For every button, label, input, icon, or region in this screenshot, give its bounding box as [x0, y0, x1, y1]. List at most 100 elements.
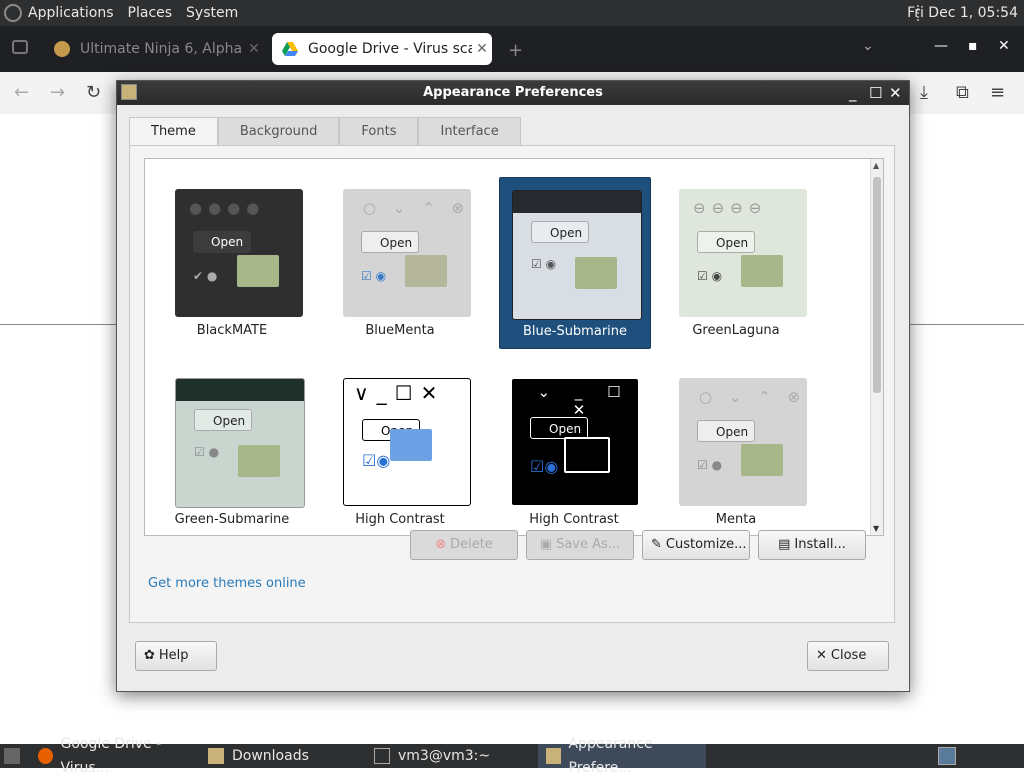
scrollbar-thumb[interactable] [873, 177, 881, 393]
theme-item-blue-submarine[interactable]: Open ☑ ◉ Blue-Submarine [499, 177, 651, 349]
customize-icon: ✎ [651, 537, 662, 552]
preview-open-label: Open [361, 231, 419, 253]
theme-thumbnail: ⊖⊖⊖⊖ Open ☑ ◉ [679, 189, 807, 317]
tab-strip: Theme Background Fonts Interface [129, 117, 895, 145]
close-tab-icon[interactable]: ✕ [244, 41, 264, 57]
help-label: Help [158, 648, 189, 663]
workspace-switcher[interactable] [938, 747, 956, 765]
browser-minimize-icon[interactable]: — [934, 38, 948, 54]
save-as-button[interactable]: ▣ Save As... [526, 530, 634, 560]
theme-name: Blue-Submarine [522, 324, 628, 339]
theme-item-high-contrast[interactable]: ∨_☐✕ Open ☑◉ High Contrast [325, 366, 475, 535]
theme-item-high-contrast-inverse[interactable]: ⌄ _ ☐ ✕ Open ☑◉ High Contrast [499, 366, 649, 535]
close-window-icon[interactable]: ✕ [889, 81, 902, 105]
preview-open-label: Open [531, 221, 589, 243]
close-icon: ✕ [816, 648, 827, 663]
mate-logo-icon[interactable] [4, 4, 22, 22]
delete-label: Delete [450, 537, 493, 552]
install-button[interactable]: ▤ Install... [758, 530, 866, 560]
get-more-themes-link[interactable]: Get more themes online [148, 576, 306, 591]
scroll-down-icon[interactable]: ▼ [873, 524, 879, 533]
dialog-titlebar[interactable]: Appearance Preferences _ ☐ ✕ [117, 81, 909, 105]
extensions-icon[interactable]: ⧉ [956, 82, 969, 103]
maximize-icon[interactable]: ☐ [869, 81, 882, 105]
delete-button[interactable]: ⊗ Delete [410, 530, 518, 560]
preview-open-label: Open [530, 417, 588, 439]
taskbar-label: Appearance Prefere... [568, 736, 653, 776]
theme-name: High Contrast [355, 512, 445, 527]
taskbar-item-firefox[interactable]: Google Drive - Virus... [30, 736, 200, 776]
browser-tab-label: Google Drive - Virus scan w [308, 41, 472, 57]
theme-buttons: ⊗ Delete ▣ Save As... ✎ Customize... ▤ Insta… [410, 530, 866, 560]
folder-icon [208, 748, 224, 764]
theme-thumbnail: ○ ⌄ ⌃ ⊗ Open ☑ ◉ [343, 189, 471, 317]
browser-close-icon[interactable]: ✕ [998, 38, 1010, 54]
appearance-preferences-dialog: Appearance Preferences _ ☐ ✕ Theme Backg… [116, 80, 910, 692]
top-panel: Applications Places System Fri Dec 1, 05… [0, 0, 1024, 26]
taskbar-item-appearance[interactable]: Appearance Prefere... [538, 736, 706, 776]
theme-thumbnail: ●●●● Open ✔ ● [175, 189, 303, 317]
taskbar-label: Google Drive - Virus... [60, 736, 162, 776]
customize-label: Customize... [665, 537, 747, 552]
terminal-icon [374, 748, 390, 764]
theme-item-greenlaguna[interactable]: ⊖⊖⊖⊖ Open ☑ ◉ GreenLaguna [661, 177, 811, 347]
theme-item-bluementa[interactable]: ○ ⌄ ⌃ ⊗ Open ☑ ◉ BlueMenta [325, 177, 475, 347]
appearance-app-icon [121, 84, 137, 100]
minimize-icon[interactable]: _ [849, 81, 857, 105]
tab-interface[interactable]: Interface [418, 117, 521, 145]
theme-item-green-submarine[interactable]: Open ☑ ● Green-Submarine [157, 366, 307, 535]
install-icon: ▤ [778, 537, 791, 552]
taskbar-label: vm3@vm3:~ [398, 748, 491, 764]
tab-overview-icon[interactable] [12, 40, 28, 54]
browser-tab-inactive[interactable]: Ultimate Ninja 6, Alpha 1... ✕ [44, 33, 264, 65]
tab-theme[interactable]: Theme [129, 117, 218, 145]
preferences-notebook: Theme Background Fonts Interface ●●●● Op… [129, 117, 895, 623]
theme-name: BlueMenta [365, 323, 435, 338]
theme-item-menta[interactable]: ○ ⌄ ⌃ ⊗ Open ☑ ● Menta [661, 366, 811, 535]
theme-name: High Contrast [529, 512, 619, 527]
browser-tab-label: Ultimate Ninja 6, Alpha 1... [80, 41, 244, 57]
taskbar-item-downloads[interactable]: Downloads [200, 744, 360, 768]
help-icon: ✿ [144, 648, 155, 663]
new-tab-icon[interactable]: + [508, 40, 523, 61]
browser-maximize-icon[interactable]: ▪ [968, 38, 978, 54]
tab-background[interactable]: Background [217, 117, 340, 145]
theme-list-scrollbar[interactable]: ▲ ▼ [870, 159, 883, 535]
customize-button[interactable]: ✎ Customize... [642, 530, 750, 560]
scroll-up-icon[interactable]: ▲ [873, 161, 879, 170]
theme-name: Menta [715, 512, 757, 527]
clock[interactable]: Fri Dec 1, 05:54 [907, 5, 1018, 21]
back-icon[interactable]: ← [14, 82, 29, 103]
browser-tab-active[interactable]: Google Drive - Virus scan w ✕ [272, 33, 492, 65]
theme-thumbnail: ○ ⌄ ⌃ ⊗ Open ☑ ● [679, 378, 807, 506]
show-desktop-icon[interactable] [4, 748, 20, 764]
theme-item-blackmate[interactable]: ●●●● Open ✔ ● BlackMATE [157, 177, 307, 347]
download-icon[interactable]: ⤓ [920, 82, 928, 103]
save-icon: ▣ [539, 537, 553, 552]
theme-thumbnail: Open ☑ ◉ [512, 190, 642, 320]
menu-hamburger-icon[interactable]: ≡ [990, 82, 1005, 103]
menu-places[interactable]: Places [128, 5, 173, 21]
theme-thumbnail: ⌄ _ ☐ ✕ Open ☑◉ [511, 378, 639, 506]
close-button[interactable]: ✕ Close [807, 641, 889, 671]
ninja-favicon-icon [54, 41, 70, 57]
dialog-title: Appearance Preferences [423, 85, 603, 100]
menu-system[interactable]: System [186, 5, 238, 21]
browser-tab-bar: Ultimate Ninja 6, Alpha 1... ✕ Google Dr… [0, 26, 1024, 72]
preview-open-label: Open [697, 231, 755, 253]
close-label: Close [830, 648, 867, 663]
theme-name: BlackMATE [196, 323, 268, 338]
forward-icon[interactable]: → [50, 82, 65, 103]
firefox-icon [38, 748, 53, 764]
taskbar-label: Downloads [232, 748, 309, 764]
reload-icon[interactable]: ↻ [86, 82, 101, 103]
taskbar-item-terminal[interactable]: vm3@vm3:~ [366, 744, 536, 768]
tab-list-chevron-icon[interactable]: ⌄ [862, 38, 874, 54]
help-button[interactable]: ✿ Help [135, 641, 217, 671]
close-tab-icon[interactable]: ✕ [472, 41, 492, 57]
menu-applications[interactable]: Applications [28, 5, 114, 21]
preview-open-label: Open [193, 231, 251, 253]
theme-thumbnail: Open ☑ ● [175, 378, 305, 508]
install-label: Install... [794, 537, 846, 552]
tab-fonts[interactable]: Fonts [339, 117, 419, 145]
